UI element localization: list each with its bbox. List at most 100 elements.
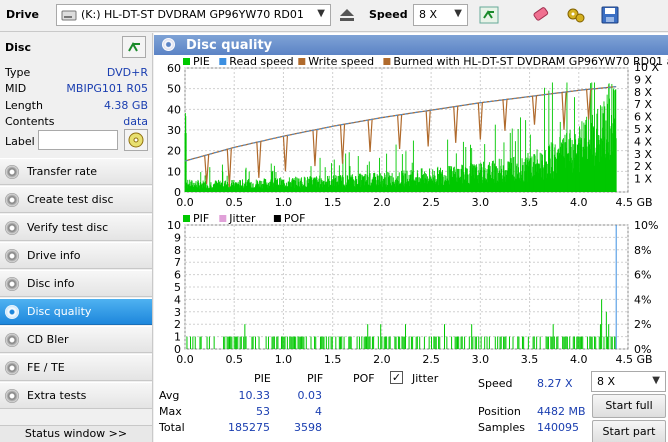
y2-tick-label: 6 X xyxy=(634,111,652,124)
nav-item-fe-te[interactable]: FE / TE xyxy=(0,354,152,381)
speed-select[interactable]: 8 X ▼ xyxy=(413,4,468,26)
y-tick-label: 10 xyxy=(167,219,181,232)
save-button[interactable] xyxy=(597,3,623,27)
jitter-label: Jitter xyxy=(412,372,439,385)
y-tick-label: 40 xyxy=(167,103,181,116)
legend-entry: Write speed xyxy=(308,56,374,68)
x-tick-label: 4.0 xyxy=(570,196,588,209)
y-tick-label: 2 xyxy=(174,318,181,331)
disc-header: Disc xyxy=(5,41,31,54)
y-tick-label: 7 xyxy=(174,256,181,269)
nav-item-disc-quality[interactable]: Disc quality xyxy=(0,298,152,325)
disc-icon xyxy=(5,305,19,319)
disc-icon xyxy=(5,249,19,263)
disc-info-key: Type xyxy=(5,66,31,79)
label-input[interactable] xyxy=(38,130,118,150)
legend-entry: POF xyxy=(284,212,306,225)
x-tick-label: 1.0 xyxy=(275,196,293,209)
refresh-speed-button[interactable] xyxy=(476,3,502,27)
disc-icon xyxy=(5,333,19,347)
x-tick-label: 2.0 xyxy=(373,196,391,209)
erase-button[interactable] xyxy=(528,3,554,27)
gears-icon xyxy=(567,8,585,23)
eraser-icon xyxy=(533,7,549,21)
y-tick-label: 6 xyxy=(174,269,181,282)
x-tick-label: 0.0 xyxy=(176,196,194,209)
label-key: Label xyxy=(5,135,35,148)
x-tick-label: 2.5 xyxy=(422,196,440,209)
speed-label: Speed xyxy=(369,8,408,21)
disc-icon xyxy=(5,361,19,375)
start-full-button[interactable]: Start full xyxy=(592,394,666,418)
x-tick-label: 1.5 xyxy=(324,196,342,209)
status-window-button[interactable]: Status window >> xyxy=(0,425,152,442)
x-tick-label: 2.0 xyxy=(373,353,391,366)
y2-tick-label: 7 X xyxy=(634,98,652,111)
disc-icon xyxy=(5,193,19,207)
disc-info-key: MID xyxy=(5,82,27,95)
nav-item-create-test-disc[interactable]: Create test disc xyxy=(0,186,152,213)
disc-info-value: MBIPG101 R05 xyxy=(66,82,148,95)
drive-icon xyxy=(61,8,77,25)
y2-tick-label: 4% xyxy=(634,293,651,306)
drive-label: Drive xyxy=(6,8,39,21)
settings-button[interactable] xyxy=(563,3,589,27)
test-speed-value: 8 X xyxy=(597,375,616,388)
legend-entry: PIE xyxy=(193,56,210,68)
x-tick-label: 0.5 xyxy=(225,196,243,209)
disc-icon xyxy=(5,165,19,179)
y-tick-label: 9 xyxy=(174,231,181,244)
start-part-button[interactable]: Start part xyxy=(592,420,666,442)
stats-value: 10.33 xyxy=(238,389,271,402)
nav-item-label: Disc info xyxy=(27,277,75,290)
legend-swatch xyxy=(219,58,227,65)
nav-item-label: Transfer rate xyxy=(27,165,98,178)
y-tick-label: 4 xyxy=(174,293,181,306)
samples-value: 140095 xyxy=(537,421,579,434)
speed-readout-value: 8.27 X xyxy=(537,377,573,390)
eject-button[interactable] xyxy=(334,3,360,27)
x-tick-label: 1.0 xyxy=(275,353,293,366)
sidebar: Disc Type DVD+R MID MBIPG101 R05 Length 4.3… xyxy=(0,33,153,442)
position-value: 4482 MB xyxy=(537,405,586,418)
label-apply-button[interactable] xyxy=(124,129,148,151)
y-tick-label: 3 xyxy=(174,306,181,319)
chevron-down-icon: ▼ xyxy=(652,375,660,386)
disc-refresh-button[interactable] xyxy=(122,36,146,58)
x-tick-label: 4.5 GB xyxy=(615,196,652,209)
legend-swatch xyxy=(183,58,190,65)
nav-item-cd-bler[interactable]: CD Bler xyxy=(0,326,152,353)
pie-chart: 01020304050600.0 0.5 1.0 1.5 2.0 2.5 3.0 3.5 4.0… xyxy=(154,56,668,211)
chevron-down-icon: ▼ xyxy=(317,8,325,19)
stats-value: 0.03 xyxy=(297,389,323,402)
y-tick-label: 5 xyxy=(174,281,181,294)
nav-item-drive-info[interactable]: Drive info xyxy=(0,242,152,269)
drive-select[interactable]: (K:) HL-DT-ST DVDRAM GP96YW70 RD01 ▼ xyxy=(56,4,331,26)
y2-tick-label: 4 X xyxy=(634,135,652,148)
y2-tick-label: 2 X xyxy=(634,160,652,173)
disc-icon xyxy=(5,221,19,235)
eject-icon xyxy=(340,9,354,21)
stats-value: 4 xyxy=(315,405,322,418)
jitter-checkbox[interactable]: ✓ xyxy=(390,371,403,384)
y2-tick-label: 10% xyxy=(634,219,658,232)
disc-info-key: Contents xyxy=(5,115,55,128)
y2-tick-label: 2% xyxy=(634,318,651,331)
nav-item-verify-test-disc[interactable]: Verify test disc xyxy=(0,214,152,241)
x-tick-label: 0.5 xyxy=(225,353,243,366)
stats-row-label: Total xyxy=(159,421,185,434)
nav-item-transfer-rate[interactable]: Transfer rate xyxy=(0,158,152,185)
nav-item-extra-tests[interactable]: Extra tests xyxy=(0,382,152,409)
y-tick-label: 1 xyxy=(174,331,181,344)
stats-row-label: Avg xyxy=(159,389,180,402)
toolbar: Drive (K:) HL-DT-ST DVDRAM GP96YW70 RD01… xyxy=(0,0,668,32)
disc-icon xyxy=(128,132,144,148)
disc-info-row: Length 4.38 GB xyxy=(5,99,148,116)
nav-item-disc-info[interactable]: Disc info xyxy=(0,270,152,297)
panel-title: Disc quality xyxy=(186,38,273,53)
refresh-icon xyxy=(128,41,140,52)
drive-select-value: (K:) HL-DT-ST DVDRAM GP96YW70 RD01 xyxy=(81,8,304,21)
stats-col-pie: PIE xyxy=(254,372,271,385)
test-speed-select[interactable]: 8 X ▼ xyxy=(591,371,666,392)
y2-tick-label: 1 X xyxy=(634,173,652,186)
